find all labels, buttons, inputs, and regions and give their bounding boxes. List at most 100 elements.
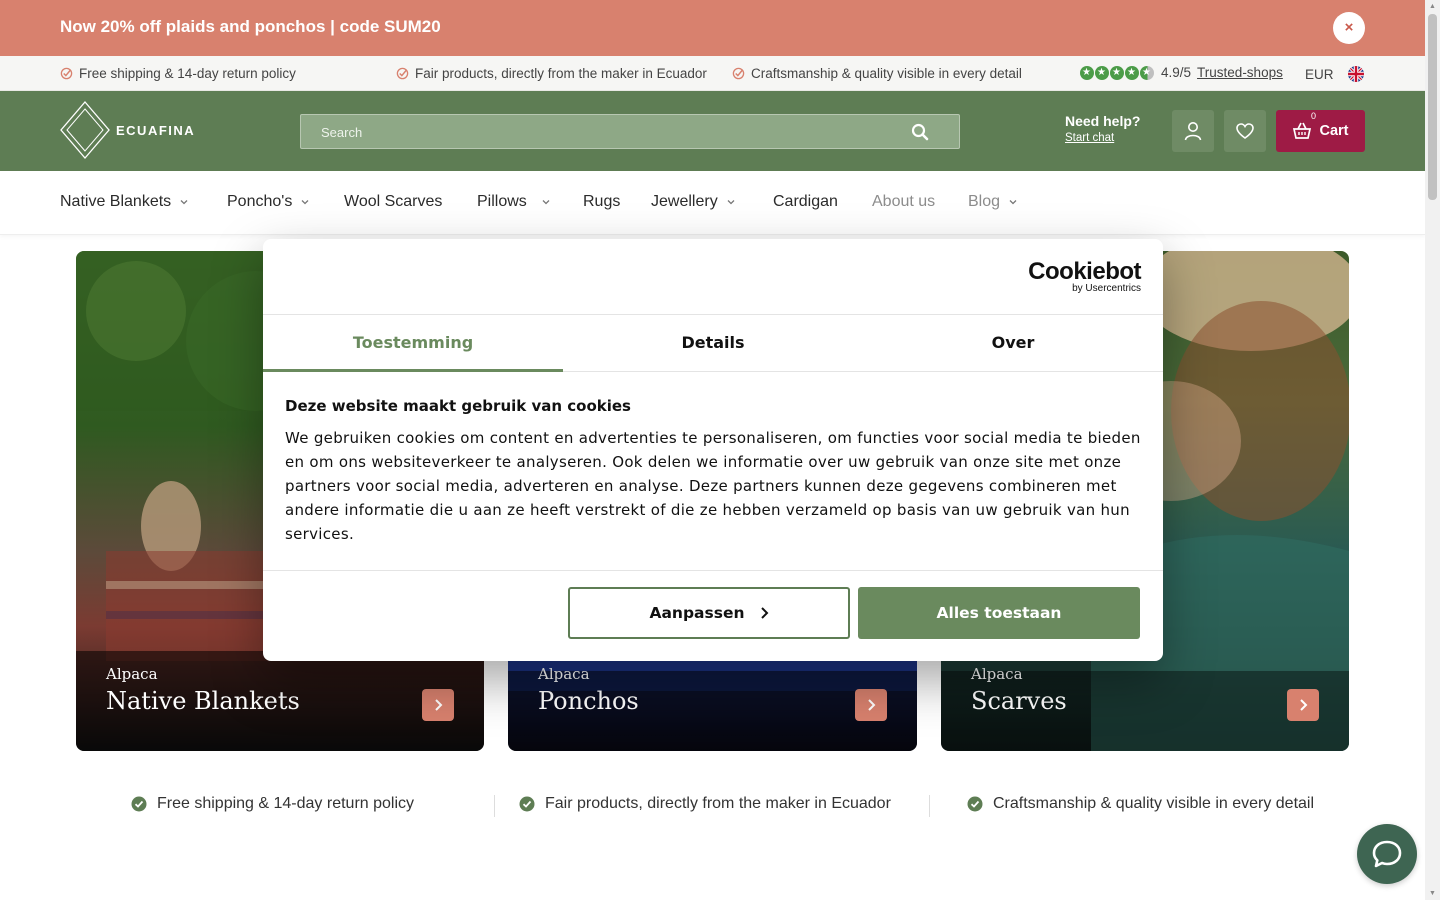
currency-selector[interactable]: EUR [1305, 67, 1334, 82]
nav-label: Wool Scarves [344, 193, 443, 210]
usp-item: Craftsmanship & quality visible in every… [967, 795, 1314, 813]
usp-text: Fair products, directly from the maker i… [545, 795, 891, 812]
nav-item-about-us[interactable]: About us [872, 193, 935, 211]
scroll-up-arrow-icon[interactable]: ▲ [1428, 2, 1437, 11]
usp-text: Craftsmanship & quality visible in every… [993, 795, 1315, 812]
cookie-body: Deze website maakt gebruik van cookies W… [285, 397, 1141, 546]
cookie-consent-dialog: Cookiebot by Usercentrics Toestemming De… [263, 239, 1163, 661]
scroll-down-arrow-icon[interactable]: ▼ [1428, 889, 1437, 898]
chevron-down-icon [542, 200, 550, 205]
chevron-right-icon [1300, 699, 1308, 711]
check-icon [732, 67, 745, 80]
chevron-down-icon [1009, 200, 1017, 205]
card-subtitle: Alpaca [971, 665, 1023, 683]
site-logo[interactable]: ECUAFINA [60, 101, 195, 159]
nav-item-jewellery[interactable]: Jewellery [651, 193, 736, 211]
chevron-right-icon [868, 699, 876, 711]
check-circle-icon [967, 796, 983, 812]
page-scrollbar[interactable]: ▲ ▼ [1425, 0, 1440, 900]
announcement-text: Now 20% off plaids and ponchos | code SU… [60, 17, 441, 36]
cookie-description: We gebruiken cookies om content en adver… [285, 429, 1141, 543]
customize-label: Aanpassen [649, 604, 745, 622]
nav-label: Jewellery [651, 193, 718, 210]
usp-text: Free shipping & 14-day return policy [79, 66, 296, 81]
chat-button[interactable] [1357, 824, 1417, 884]
logo-diamond-icon [60, 101, 110, 159]
usp-text: Craftsmanship & quality visible in every… [751, 66, 1022, 81]
usp-item: Fair products, directly from the maker i… [396, 66, 707, 81]
card-arrow-button[interactable] [855, 689, 887, 721]
nav-label: Pillows [477, 193, 527, 210]
account-button[interactable] [1172, 110, 1214, 152]
card-arrow-button[interactable] [1287, 689, 1319, 721]
tab-over[interactable]: Over [863, 315, 1163, 371]
cart-label: Cart [1319, 123, 1349, 139]
tab-toestemming[interactable]: Toestemming [263, 315, 563, 372]
chevron-down-icon [727, 200, 735, 205]
search-icon[interactable] [911, 123, 929, 141]
star-half-icon [1140, 65, 1154, 80]
nav-label: About us [872, 193, 936, 210]
cookie-tabs: Toestemming Details Over [263, 314, 1163, 372]
check-circle-icon [131, 796, 147, 812]
scrollbar-thumb[interactable] [1428, 14, 1437, 200]
cookie-heading: Deze website maakt gebruik van cookies [285, 397, 631, 415]
usp-text: Free shipping & 14-day return policy [157, 795, 415, 812]
card-title: Native Blankets [106, 687, 300, 715]
chevron-right-icon [435, 699, 443, 711]
usp-item: Free shipping & 14-day return policy [131, 795, 414, 813]
card-title: Scarves [971, 687, 1067, 715]
nav-label: Native Blankets [60, 193, 172, 210]
help-title: Need help? [1065, 113, 1141, 129]
nav-item-blog[interactable]: Blog [968, 193, 1018, 211]
card-subtitle: Alpaca [106, 665, 158, 683]
tab-details[interactable]: Details [563, 315, 863, 371]
trusted-shops-rating: 4.9/5 Trusted-shops [1080, 65, 1283, 80]
card-title: Ponchos [538, 687, 639, 715]
heart-icon [1236, 123, 1254, 139]
cart-count: 0 [1311, 111, 1317, 121]
cookiebot-logo-text: Cookiebot [1028, 258, 1141, 285]
close-icon: × [1344, 19, 1354, 36]
user-icon [1184, 122, 1202, 141]
card-subtitle: Alpaca [538, 665, 590, 683]
trusted-shops-link[interactable]: Trusted-shops [1197, 65, 1283, 80]
chevron-down-icon [180, 200, 188, 205]
usp-divider [929, 795, 930, 817]
usp-divider [494, 795, 495, 817]
nav-item-rugs[interactable]: Rugs [583, 193, 620, 211]
uk-flag-icon[interactable] [1348, 66, 1364, 82]
main-navigation: Native Blankets Poncho's Wool Scarves Pi… [0, 171, 1425, 235]
allow-all-button[interactable]: Alles toestaan [858, 587, 1140, 639]
nav-label: Blog [968, 193, 1001, 210]
star-icon [1125, 65, 1139, 80]
check-circle-icon [519, 796, 535, 812]
customize-button[interactable]: Aanpassen [568, 587, 850, 639]
cookiebot-logo: Cookiebot by Usercentrics [1028, 258, 1141, 295]
search-input[interactable]: Search [321, 125, 362, 140]
search-bar[interactable]: Search [300, 114, 960, 149]
start-chat-link[interactable]: Start chat [1065, 132, 1140, 144]
chevron-down-icon [301, 200, 309, 205]
help-block: Need help? Start chat [1065, 113, 1140, 144]
basket-icon [1293, 122, 1312, 139]
usp-item: Free shipping & 14-day return policy [60, 66, 296, 81]
site-header: ECUAFINA Search Need help? Start chat 0 … [0, 91, 1425, 171]
card-arrow-button[interactable] [422, 689, 454, 721]
nav-item-pillows[interactable]: Pillows [477, 193, 551, 211]
cookie-footer: Aanpassen Alles toestaan [263, 570, 1163, 661]
nav-item-cardigan[interactable]: Cardigan [773, 193, 838, 211]
star-icon [1110, 65, 1124, 80]
usp-text: Fair products, directly from the maker i… [415, 66, 707, 81]
chat-bubble-icon [1372, 840, 1402, 868]
nav-item-native-blankets[interactable]: Native Blankets [60, 193, 189, 211]
wishlist-button[interactable] [1224, 110, 1266, 152]
cart-button[interactable]: 0 Cart [1276, 110, 1365, 152]
nav-item-ponchos[interactable]: Poncho's [227, 193, 310, 211]
close-announcement-button[interactable]: × [1333, 12, 1365, 44]
check-icon [60, 67, 73, 80]
usp-item: Fair products, directly from the maker i… [519, 795, 891, 813]
nav-item-wool-scarves[interactable]: Wool Scarves [344, 193, 442, 211]
logo-text: ECUAFINA [116, 122, 196, 138]
nav-label: Poncho's [227, 193, 293, 210]
